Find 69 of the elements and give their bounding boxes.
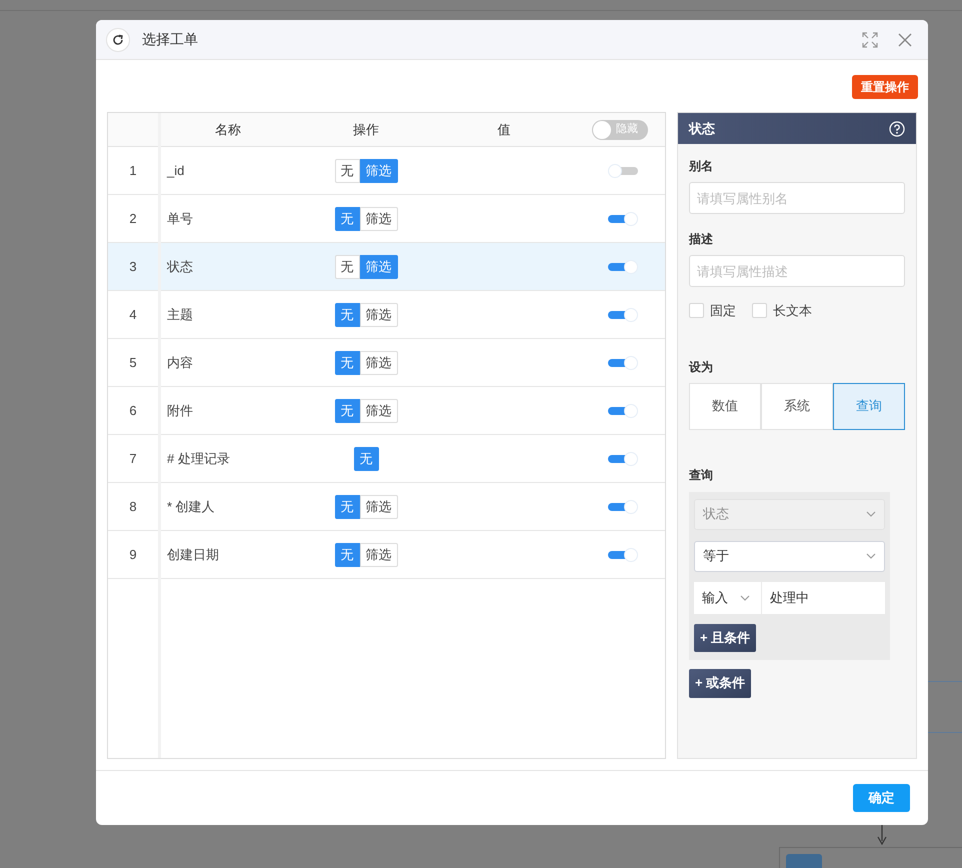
source-select[interactable]: 输入 (694, 582, 761, 614)
fullscreen-icon[interactable] (862, 32, 878, 48)
column-header: 操作 (352, 120, 380, 139)
row-number: 4 (128, 306, 138, 324)
visibility-switch[interactable] (608, 356, 638, 370)
help-icon[interactable] (889, 120, 905, 136)
refresh-button[interactable] (106, 28, 130, 52)
operator-select[interactable]: 等于 (694, 540, 885, 572)
row-number: 2 (128, 210, 138, 228)
or-condition-button[interactable]: + 或条件 (689, 668, 752, 698)
field-name: _id (166, 162, 186, 180)
visibility-switch[interactable] (608, 212, 638, 226)
visibility-switch[interactable] (608, 548, 638, 562)
description-label: 描述 (689, 231, 714, 248)
value-input[interactable]: 处理中 (762, 582, 885, 614)
visibility-switch[interactable] (608, 164, 638, 178)
row-number: 6 (128, 402, 138, 420)
field-name: 单号 (166, 210, 194, 228)
field-name: 状态 (166, 258, 194, 276)
field-name: 内容 (166, 354, 194, 372)
refresh-icon (112, 34, 124, 46)
description-input[interactable]: 请填写属性描述 (689, 255, 905, 287)
field-name: 附件 (166, 402, 194, 420)
alias-label: 别名 (689, 158, 714, 175)
option-button[interactable]: 无 (334, 254, 360, 278)
option-button[interactable]: 筛选 (360, 542, 398, 566)
option-button[interactable]: 筛选 (360, 206, 398, 230)
dialog-title: 选择工单 (142, 30, 198, 49)
chevron-icon (740, 594, 750, 600)
query-label: 查询 (689, 466, 714, 484)
field-name: 主题 (166, 306, 194, 324)
node-icon (786, 854, 822, 868)
column-header: 名称 (214, 120, 242, 139)
connector-arrow (877, 825, 887, 845)
field-name: * 创建人 (166, 498, 216, 516)
checkbox-label: 长文本 (773, 302, 812, 320)
option-button[interactable]: 筛选 (360, 302, 398, 326)
visibility-switch[interactable] (608, 404, 638, 418)
row-number: 8 (128, 498, 138, 516)
close-icon[interactable] (898, 32, 912, 46)
option-button[interactable]: 筛选 (360, 494, 398, 518)
row-number: 1 (128, 162, 138, 180)
field-name: 创建日期 (166, 546, 220, 564)
checkbox-label: 固定 (710, 302, 736, 320)
row-number: 7 (128, 450, 138, 468)
row-number: 3 (128, 258, 138, 276)
visibility-switch[interactable] (608, 500, 638, 514)
row-number: 5 (128, 354, 138, 372)
row-number: 9 (128, 546, 138, 564)
chevron-icon (866, 553, 876, 559)
visibility-switch[interactable] (608, 308, 638, 322)
panel-title: 状态 (689, 120, 715, 138)
checkbox[interactable] (752, 303, 767, 318)
reset-button[interactable]: 重置操作 (852, 75, 918, 99)
visibility-switch[interactable] (608, 452, 638, 466)
table-row[interactable]: 3 状态 无 筛选 (108, 243, 665, 291)
checkbox[interactable] (689, 303, 704, 318)
set-as-option[interactable]: 数值 (689, 382, 761, 430)
chevron-icon (866, 511, 876, 517)
alias-input[interactable]: 请填写属性别名 (689, 182, 905, 214)
field-name: # 处理记录 (166, 450, 231, 468)
option-button[interactable]: 无 (334, 158, 360, 182)
option-button[interactable]: 筛选 (360, 398, 398, 422)
and-condition-button[interactable]: + 且条件 (694, 624, 756, 652)
visibility-switch[interactable] (608, 260, 638, 274)
option-button[interactable]: 筛选 (360, 350, 398, 374)
set-as-option[interactable]: 系统 (761, 382, 833, 430)
column-header: 值 (496, 120, 512, 139)
set-as-label: 设为 (689, 358, 714, 376)
